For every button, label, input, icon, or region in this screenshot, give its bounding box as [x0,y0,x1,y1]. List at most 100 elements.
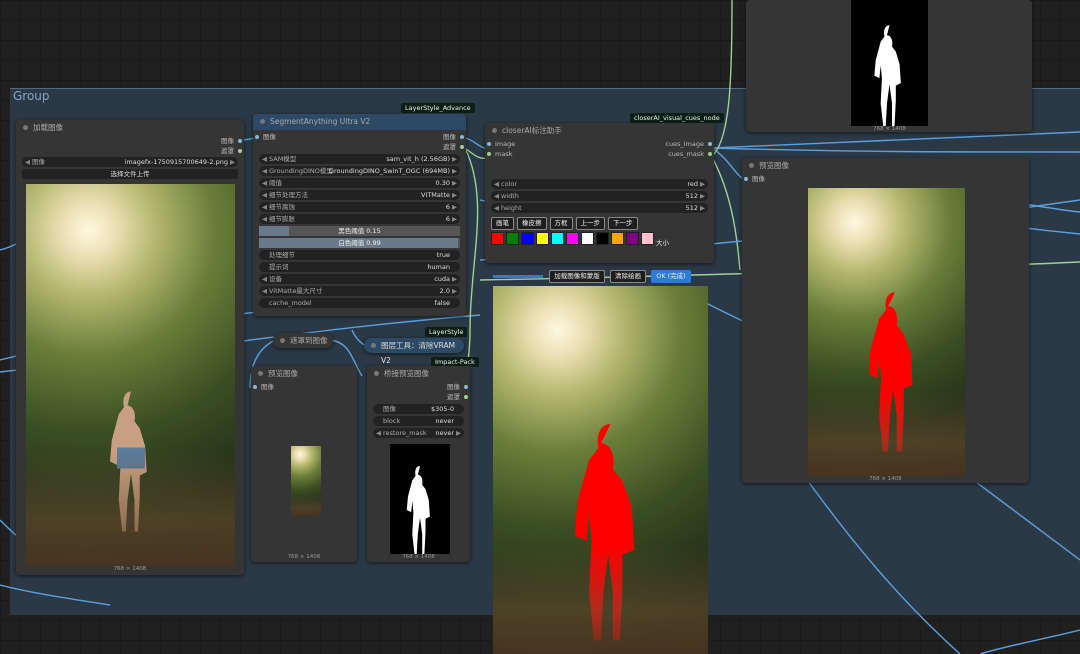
load-image-node[interactable]: 加载图像 图像 遮罩 ◀ 图像 imagefx-1750915700649-2.… [16,120,244,575]
color-swatch-8[interactable] [611,232,624,245]
arrow-left-icon[interactable]: ◀ [376,428,381,438]
color-swatch-1[interactable] [506,232,519,245]
tool-button-2[interactable]: 方框 [549,217,573,230]
arrow-right-icon[interactable]: ▶ [700,203,705,213]
segment-widget-5[interactable]: ◀ 细节膨胀 6 ▶ [259,214,460,224]
load-image-mask-button[interactable]: 加载图像和蒙版 [549,270,605,283]
segment-widget-4[interactable]: ◀ 细节腐蚀 6 ▶ [259,202,460,212]
output-cues-image[interactable]: cues_image [485,139,714,149]
tool-button-1[interactable]: 橡皮擦 [517,217,547,230]
preview-image-node-large[interactable]: 预览图像 图像 768 × 1408 [742,158,1029,483]
output-mask[interactable]: 遮罩 [367,392,470,402]
white-threshold-slider[interactable]: 白色阈值 0.99 [259,238,460,248]
color-swatch-6[interactable] [581,232,594,245]
group-title[interactable]: Group [13,89,50,103]
color-swatch-10[interactable] [641,232,654,245]
widget-value: never [435,429,454,437]
upload-button[interactable]: 选择文件上传 [22,169,238,179]
arrow-right-icon[interactable]: ▶ [452,202,457,212]
node-title[interactable]: SegmentAnything Ultra V2 [253,114,466,130]
tool-button-0[interactable]: 画笔 [491,217,514,230]
arrow-left-icon[interactable]: ◀ [262,202,267,212]
node-title[interactable]: 预览图像 [742,158,1029,174]
output-mask[interactable]: 遮罩 [253,142,466,152]
input-image[interactable]: 图像 [742,174,1029,184]
color-swatch-4[interactable] [551,232,564,245]
segment-anything-node[interactable]: SegmentAnything Ultra V2 图像 图像 遮罩 ◀ SAM模型… [253,114,466,316]
arrow-left-icon[interactable]: ◀ [262,274,267,284]
arrow-right-icon[interactable]: ▶ [230,157,235,167]
output-image[interactable]: 图像 [253,132,466,142]
arrow-left-icon[interactable]: ◀ [262,286,267,296]
closer-widget-0[interactable]: ◀ color red ▶ [491,179,708,189]
brush-size-slider[interactable] [493,274,543,278]
input-image[interactable]: 图像 [251,382,357,392]
black-threshold-slider[interactable]: 黑色阈值 0.15 [259,226,460,236]
closer-widget-1[interactable]: ◀ width 512 ▶ [491,191,708,201]
arrow-right-icon[interactable]: ▶ [452,286,457,296]
color-swatch-7[interactable] [596,232,609,245]
output-cues-mask[interactable]: cues_mask [485,149,714,159]
arrow-left-icon[interactable]: ◀ [262,190,267,200]
output-mask[interactable]: 遮罩 [16,146,244,156]
output-image[interactable]: 图像 [16,136,244,146]
node-title[interactable]: closerAI标注助手 [485,123,714,139]
color-swatch-5[interactable] [566,232,579,245]
red-mask-figure [574,424,635,641]
arrow-right-icon[interactable]: ▶ [452,274,457,284]
segment-widget2-0[interactable]: 处理细节 true [259,250,460,260]
segment-widget2-2[interactable]: ◀ 设备 cuda ▶ [259,274,460,284]
segment-widget2-3[interactable]: ◀ VitMatte最大尺寸 2.0 ▶ [259,286,460,296]
closer-widget-2[interactable]: ◀ height 512 ▶ [491,203,708,213]
arrow-left-icon[interactable]: ◀ [262,166,267,176]
arrow-left-icon[interactable]: ◀ [262,154,267,164]
node-title[interactable]: 预览图像 [251,366,357,382]
segment-widget-2[interactable]: ◀ 阈值 0.30 ▶ [259,178,460,188]
node-title[interactable]: 桥接预览图像 [367,366,470,382]
segment-widget-1[interactable]: ◀ GroundingDINO模型 GroundingDINO_SwinT_OGC … [259,166,460,176]
arrow-right-icon[interactable]: ▶ [452,154,457,164]
color-swatch-2[interactable] [521,232,534,245]
top-preview-node[interactable]: 768 × 1408 [746,0,1032,132]
arrow-right-icon[interactable]: ▶ [452,166,457,176]
preview-image-node[interactable]: 预览图像 图像 768 × 1408 [251,366,357,562]
image-size-caption: 768 × 1408 [873,126,906,132]
segment-widget-3[interactable]: ◀ 细节处理方法 VITMatte ▶ [259,190,460,200]
bridge-widget-1[interactable]: block never [373,416,464,426]
tool-button-3[interactable]: 上一步 [575,217,605,230]
tool-button-4[interactable]: 下一步 [608,217,638,230]
node-pack-badge: LayerStyle [425,327,468,337]
color-swatch-3[interactable] [536,232,549,245]
arrow-right-icon[interactable]: ▶ [452,190,457,200]
ok-done-button[interactable]: OK (完成) [651,270,691,283]
arrow-left-icon[interactable]: ◀ [262,178,267,188]
arrow-right-icon[interactable]: ▶ [452,214,457,224]
arrow-right-icon[interactable]: ▶ [700,191,705,201]
clear-vram-node[interactable]: 图层工具：清除VRAM V2 [364,338,464,365]
node-title[interactable]: 加载图像 [16,120,244,136]
segment-widget2-4[interactable]: cache_model false [259,298,460,308]
arrow-left-icon[interactable]: ◀ [494,191,499,201]
arrow-left-icon[interactable]: ◀ [262,214,267,224]
bridge-widget-2[interactable]: ◀ restore_mask never ▶ [373,428,464,438]
segment-widget-0[interactable]: ◀ SAM模型 sam_vit_h (2.56GB) ▶ [259,154,460,164]
output-image[interactable]: 图像 [367,382,470,392]
bridge-widget-0[interactable]: 图像 $305-0 [373,404,464,414]
arrow-right-icon[interactable]: ▶ [700,179,705,189]
arrow-left-icon[interactable]: ◀ [494,203,499,213]
arrow-right-icon[interactable]: ▶ [456,428,461,438]
node-title[interactable]: 图层工具：清除VRAM V2 [364,338,464,365]
segment-widget2-1[interactable]: 提示词 human [259,262,460,272]
mask-to-image-node[interactable]: 遮罩到图像 [273,333,333,348]
color-swatch-0[interactable] [491,232,504,245]
arrow-right-icon[interactable]: ▶ [452,178,457,188]
image-file-select[interactable]: ◀ 图像 imagefx-1750915700649-2.png ▶ [22,157,238,167]
node-title[interactable]: 遮罩到图像 [273,333,333,348]
arrow-left-icon[interactable]: ◀ [25,157,30,167]
annotation-canvas[interactable] [493,286,708,654]
color-swatch-9[interactable] [626,232,639,245]
bridge-preview-node[interactable]: 桥接预览图像 图像 遮罩 图像 $305-0 block never ◀ restore_… [367,366,470,562]
arrow-left-icon[interactable]: ◀ [494,179,499,189]
closer-ai-node[interactable]: closerAI标注助手 image cues_image mask cues_… [485,123,714,263]
clear-drawing-button[interactable]: 清除绘画 [609,270,646,283]
